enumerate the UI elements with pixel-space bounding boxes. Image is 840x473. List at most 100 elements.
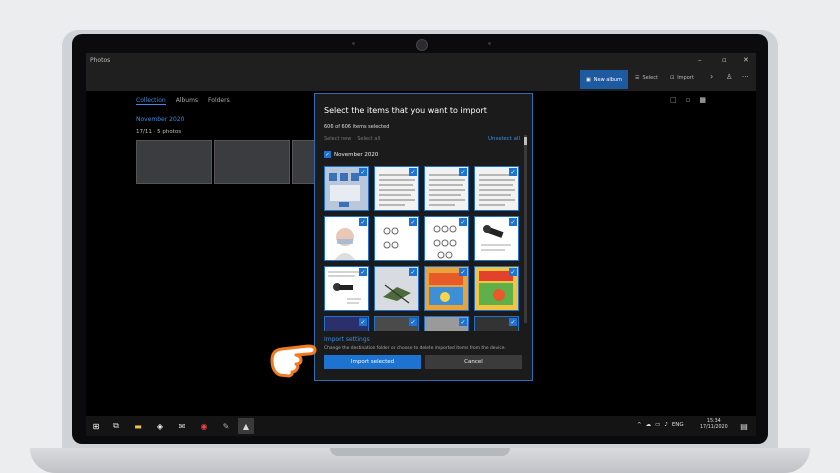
- photo-tile[interactable]: ✓: [324, 216, 369, 261]
- next-icon[interactable]: ›: [710, 72, 713, 81]
- clock[interactable]: 15:34 17/11/2020: [700, 419, 728, 432]
- tab-albums[interactable]: Albums: [176, 97, 198, 105]
- import-label: Import: [677, 75, 694, 81]
- tile-checkbox[interactable]: ✓: [409, 168, 417, 176]
- collection-thumbnail[interactable]: [292, 140, 316, 184]
- scrollbar[interactable]: [524, 135, 527, 323]
- app-title: Photos: [90, 57, 111, 64]
- notification-icon[interactable]: ▤: [738, 420, 750, 432]
- tabs: Collection Albums Folders: [136, 97, 230, 105]
- photo-grid: ✓ ✓ ✓ ✓ ✓ ✓ ✓ ✓ ✓ ✓ ✓ ✓ ✓ ✓ ✓ ✓: [324, 166, 522, 331]
- photo-tile[interactable]: ✓: [374, 316, 419, 331]
- app-icon[interactable]: ✎: [220, 420, 232, 432]
- clock-date: 17/11/2020: [700, 425, 728, 431]
- tile-checkbox[interactable]: ✓: [459, 318, 467, 326]
- tile-checkbox[interactable]: ✓: [359, 318, 367, 326]
- select-new-link[interactable]: Select new: [324, 136, 351, 142]
- photo-tile[interactable]: ✓: [474, 216, 519, 261]
- tile-checkbox[interactable]: ✓: [359, 168, 367, 176]
- language-indicator[interactable]: ENG: [672, 422, 684, 428]
- collection-month: November 2020: [136, 116, 185, 123]
- photo-tile[interactable]: ✓: [374, 166, 419, 211]
- cancel-button[interactable]: Cancel: [425, 355, 522, 369]
- person-icon[interactable]: ♙: [726, 73, 732, 81]
- photo-tile[interactable]: ✓: [474, 266, 519, 311]
- tile-checkbox[interactable]: ✓: [509, 218, 517, 226]
- mail-icon[interactable]: ✉: [176, 420, 188, 432]
- collection-thumbnail[interactable]: [136, 140, 212, 184]
- tile-checkbox[interactable]: ✓: [459, 268, 467, 276]
- cloud-icon[interactable]: ☁: [646, 422, 652, 428]
- network-icon[interactable]: ▭: [655, 422, 660, 428]
- close-button[interactable]: ✕: [743, 56, 749, 64]
- tile-checkbox[interactable]: ✓: [459, 168, 467, 176]
- import-icon: ⊡: [670, 75, 675, 81]
- import-button[interactable]: ⊡ Import: [670, 75, 694, 81]
- new-album-button[interactable]: ▣ New album: [580, 70, 628, 89]
- import-settings-link[interactable]: Import settings: [324, 336, 370, 343]
- screen: Photos – ▫ ✕ ▣ New album ☰ Select ⊡ Impo…: [86, 53, 756, 436]
- checklist-icon: ☰: [635, 75, 640, 81]
- selected-count: 606 of 606 items selected: [324, 124, 390, 130]
- photo-tile[interactable]: ✓: [424, 266, 469, 311]
- windows-start-icon[interactable]: ⊞: [90, 420, 102, 432]
- selection-links: Select new Select all: [324, 136, 380, 142]
- medium-view-icon[interactable]: ▫: [686, 96, 691, 104]
- tile-checkbox[interactable]: ✓: [409, 218, 417, 226]
- photo-tile[interactable]: ✓: [424, 316, 469, 331]
- tile-checkbox[interactable]: ✓: [409, 268, 417, 276]
- unselect-all-link[interactable]: Unselect all: [488, 136, 520, 142]
- volume-icon[interactable]: ♪: [664, 422, 668, 428]
- photos-app-icon[interactable]: ▲: [238, 418, 254, 434]
- task-view-icon[interactable]: ⧉: [110, 420, 122, 432]
- chevron-up-icon[interactable]: ^: [637, 422, 642, 428]
- photo-tile[interactable]: ✓: [424, 166, 469, 211]
- file-explorer-icon[interactable]: ▬: [132, 420, 144, 432]
- collection-thumbnail[interactable]: [214, 140, 290, 184]
- chrome-icon[interactable]: ◉: [198, 420, 210, 432]
- title-bar: Photos – ▫ ✕: [86, 53, 756, 71]
- view-toggle-group: □ ▫ ▦: [670, 96, 706, 104]
- tile-checkbox[interactable]: ✓: [509, 268, 517, 276]
- group-checkbox[interactable]: ✓: [324, 151, 331, 158]
- photo-tile[interactable]: ✓: [324, 266, 369, 311]
- store-icon[interactable]: ◈: [154, 420, 166, 432]
- dialog-title: Select the items that you want to import: [324, 106, 487, 115]
- scrollbar-thumb[interactable]: [524, 137, 527, 145]
- photo-tile[interactable]: ✓: [474, 316, 519, 331]
- photo-tile[interactable]: ✓: [324, 166, 369, 211]
- tile-checkbox[interactable]: ✓: [359, 218, 367, 226]
- tile-checkbox[interactable]: ✓: [359, 268, 367, 276]
- taskbar: ⊞ ⧉ ▬ ◈ ✉ ◉ ✎ ▲ ^ ☁ ▭ ♪ ENG 15:34 17/11/…: [86, 416, 756, 436]
- sensor-dot-left: [352, 42, 355, 45]
- more-button[interactable]: ···: [742, 73, 749, 81]
- select-button[interactable]: ☰ Select: [635, 75, 658, 81]
- photo-tile[interactable]: ✓: [374, 216, 419, 261]
- tile-checkbox[interactable]: ✓: [459, 218, 467, 226]
- grid-view-icon[interactable]: ▦: [699, 96, 706, 104]
- select-all-link[interactable]: Select all: [357, 136, 380, 142]
- webcam: [416, 39, 428, 51]
- tab-collection[interactable]: Collection: [136, 97, 166, 105]
- maximize-button[interactable]: ▫: [722, 56, 727, 64]
- collection-date-count: 17/11 · 5 photos: [136, 129, 182, 135]
- tile-checkbox[interactable]: ✓: [509, 168, 517, 176]
- tile-checkbox[interactable]: ✓: [509, 318, 517, 326]
- import-selected-button[interactable]: Import selected: [324, 355, 421, 369]
- group-header: ✓ November 2020: [324, 151, 378, 158]
- photo-tile[interactable]: ✓: [474, 166, 519, 211]
- large-view-icon[interactable]: □: [670, 96, 677, 104]
- toolbar: [86, 71, 756, 91]
- minimize-button[interactable]: –: [698, 56, 702, 64]
- select-label: Select: [642, 75, 658, 81]
- photo-tile[interactable]: ✓: [424, 216, 469, 261]
- photo-tile[interactable]: ✓: [324, 316, 369, 331]
- sensor-dot-right: [488, 42, 491, 45]
- photo-tile[interactable]: ✓: [374, 266, 419, 311]
- import-settings-description: Change the destination folder or choose …: [324, 346, 506, 351]
- tab-folders[interactable]: Folders: [208, 97, 230, 105]
- plus-icon: ▣: [586, 76, 591, 83]
- group-label: November 2020: [334, 151, 379, 158]
- pointing-hand-icon: [270, 344, 317, 378]
- tile-checkbox[interactable]: ✓: [409, 318, 417, 326]
